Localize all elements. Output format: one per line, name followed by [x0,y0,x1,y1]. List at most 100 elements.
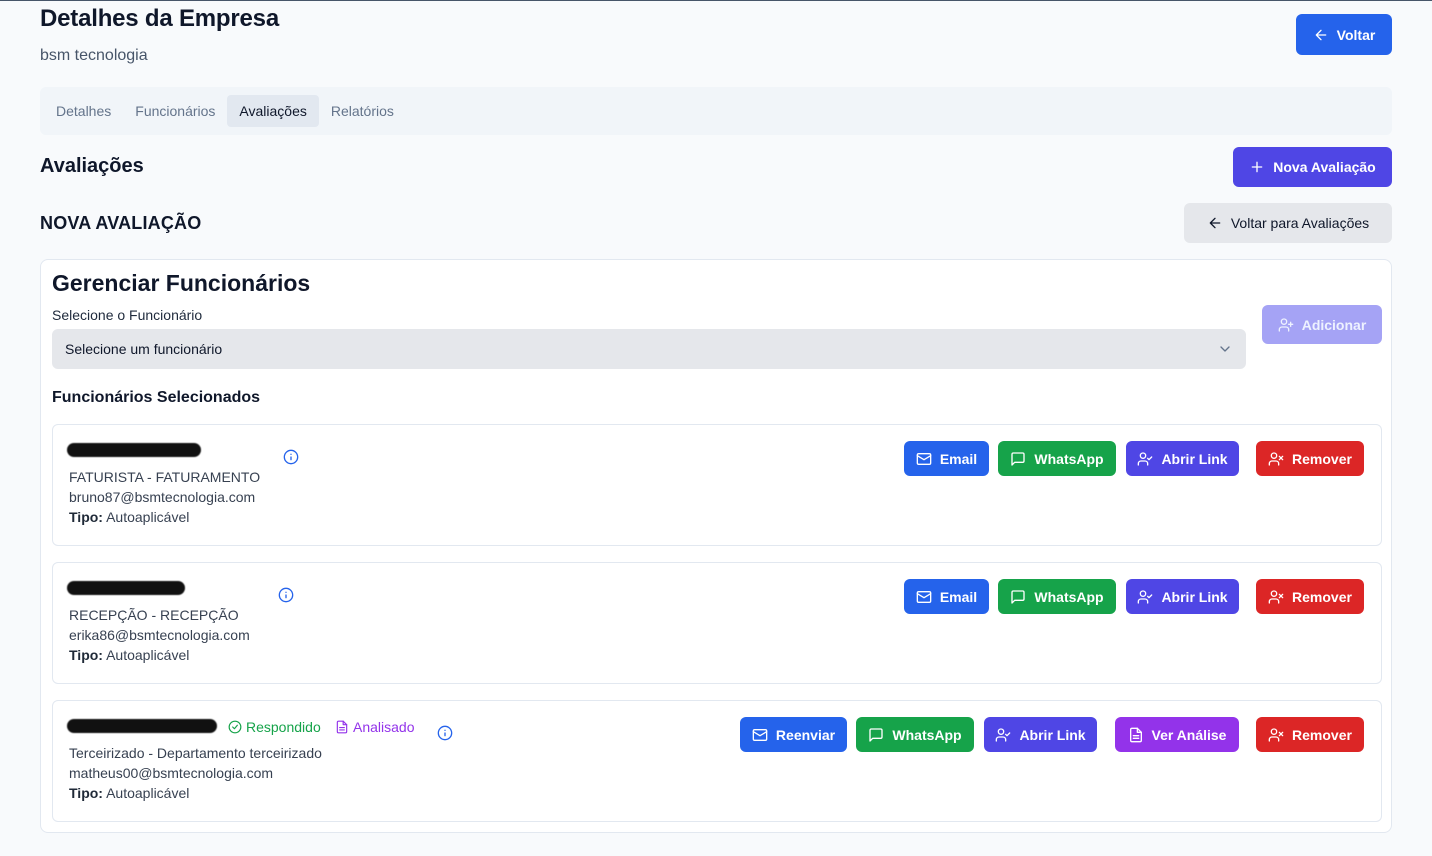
email-button-label: Email [939,588,978,605]
card-title: Gerenciar Funcionários [52,270,311,296]
employee-type-value: Autoaplicável [106,647,190,663]
tab-detalhes[interactable]: Detalhes [44,95,123,127]
whatsapp-button-label: WhatsApp [892,726,962,743]
remove-button[interactable]: Remover [1256,441,1364,476]
employee-type: Tipo: Autoaplicável [69,647,189,663]
arrow-left-icon [1209,217,1221,229]
redacted-name [67,443,201,457]
status-responded-label: Respondido [246,719,321,735]
employee-role: FATURISTA - FATURAMENTO [69,469,261,485]
message-square-icon [1011,451,1026,466]
employee-role: RECEPÇÃO - RECEPÇÃO [69,607,239,623]
open-link-button[interactable]: Abrir Link [1126,579,1239,614]
back-button-label: Voltar [1336,26,1376,43]
file-text-icon [1129,727,1142,742]
user-x-icon [1268,727,1284,742]
chevron-down-icon [1220,346,1230,352]
employee-select-value: Selecione um funcionário [65,341,223,357]
sub-title: NOVA AVALIAÇÃO [40,213,202,233]
whatsapp-button[interactable]: WhatsApp [998,579,1116,614]
mail-icon [916,590,932,603]
tabs: Detalhes Funcionários Avaliações Relatór… [40,87,1392,135]
employee-details: FATURISTA - FATURAMENTO bruno87@bsmtecno… [69,467,260,507]
employee-type-value: Autoaplicável [106,509,190,525]
back-to-evaluations-button[interactable]: Voltar para Avaliações [1184,203,1392,243]
user-plus-icon [1278,317,1294,332]
plus-icon [1251,161,1263,173]
add-employee-label: Adicionar [1301,316,1367,333]
status-badge-responded: Respondido [228,719,321,735]
user-x-icon [1268,451,1284,466]
new-evaluation-label: Nova Avaliação [1273,159,1376,175]
message-square-icon [869,727,884,742]
open-link-button-label: Abrir Link [1019,726,1086,743]
user-x-icon [1268,589,1284,604]
employee-details: Terceirizado - Departamento terceirizado… [69,743,322,783]
employee-type-label: Tipo: [69,509,103,525]
employee-row: Respondido Analisado Terceirizado - Depa… [52,700,1382,822]
check-circle-icon [228,720,242,734]
employee-type-label: Tipo: [69,785,103,801]
user-check-icon [1138,589,1153,604]
employee-row: RECEPÇÃO - RECEPÇÃO erika86@bsmtecnologi… [52,562,1382,684]
tab-funcionarios[interactable]: Funcionários [123,95,227,127]
employee-row: FATURISTA - FATURAMENTO bruno87@bsmtecno… [52,424,1382,546]
resend-button-label: Reenviar [775,726,836,743]
file-text-icon [336,720,348,734]
view-analysis-button-label: Ver Análise [1151,726,1227,743]
back-button[interactable]: Voltar [1296,14,1392,55]
whatsapp-button-label: WhatsApp [1034,588,1104,605]
remove-button-label: Remover [1292,450,1352,467]
open-link-button[interactable]: Abrir Link [984,717,1097,752]
section-title: Avaliações [40,155,144,177]
selected-employees-title: Funcionários Selecionados [52,389,261,406]
add-employee-button[interactable]: Adicionar [1262,305,1382,344]
remove-button[interactable]: Remover [1256,579,1364,614]
info-icon[interactable] [437,725,453,741]
mail-icon [752,728,768,741]
info-icon[interactable] [278,587,294,603]
whatsapp-button[interactable]: WhatsApp [856,717,974,752]
view-analysis-button[interactable]: Ver Análise [1115,717,1239,752]
employee-role: Terceirizado - Departamento terceirizado [69,745,322,761]
remove-button-label: Remover [1292,588,1352,605]
email-button[interactable]: Email [904,441,989,476]
employee-type-label: Tipo: [69,647,103,663]
message-square-icon [1011,589,1026,604]
page-header: Detalhes da Empresa bsm tecnologia [40,5,279,65]
status-badge-analyzed: Analisado [335,719,415,735]
employee-type: Tipo: Autoaplicável [69,785,189,801]
employee-select[interactable]: Selecione um funcionário [52,329,1246,369]
whatsapp-button-label: WhatsApp [1034,450,1104,467]
user-check-icon [996,727,1011,742]
email-button[interactable]: Email [904,579,989,614]
manage-employees-card: Gerenciar Funcionários Selecione o Funci… [40,259,1392,833]
tab-relatorios[interactable]: Relatórios [319,95,406,127]
resend-button[interactable]: Reenviar [740,717,847,752]
employee-details: RECEPÇÃO - RECEPÇÃO erika86@bsmtecnologi… [69,605,250,645]
redacted-name [67,581,185,595]
new-evaluation-button[interactable]: Nova Avaliação [1233,147,1392,187]
company-name: bsm tecnologia [40,47,148,64]
page-title: Detalhes da Empresa [40,5,279,32]
status-analyzed-label: Analisado [353,719,415,735]
employee-email: bruno87@bsmtecnologia.com [69,489,256,505]
open-link-button-label: Abrir Link [1161,588,1228,605]
remove-button[interactable]: Remover [1256,717,1364,752]
employee-type: Tipo: Autoaplicável [69,509,189,525]
user-check-icon [1138,451,1153,466]
open-link-button[interactable]: Abrir Link [1126,441,1239,476]
back-to-evaluations-label: Voltar para Avaliações [1230,215,1370,231]
whatsapp-button[interactable]: WhatsApp [998,441,1116,476]
tab-avaliacoes[interactable]: Avaliações [227,95,319,127]
remove-button-label: Remover [1292,726,1352,743]
email-button-label: Email [939,450,978,467]
mail-icon [916,452,932,465]
employee-email: matheus00@bsmtecnologia.com [69,765,274,781]
arrow-left-icon [1315,29,1327,40]
select-label: Selecione o Funcionário [52,307,203,323]
info-icon[interactable] [283,449,299,465]
employee-email: erika86@bsmtecnologia.com [69,627,250,643]
open-link-button-label: Abrir Link [1161,450,1228,467]
redacted-name [67,719,217,733]
